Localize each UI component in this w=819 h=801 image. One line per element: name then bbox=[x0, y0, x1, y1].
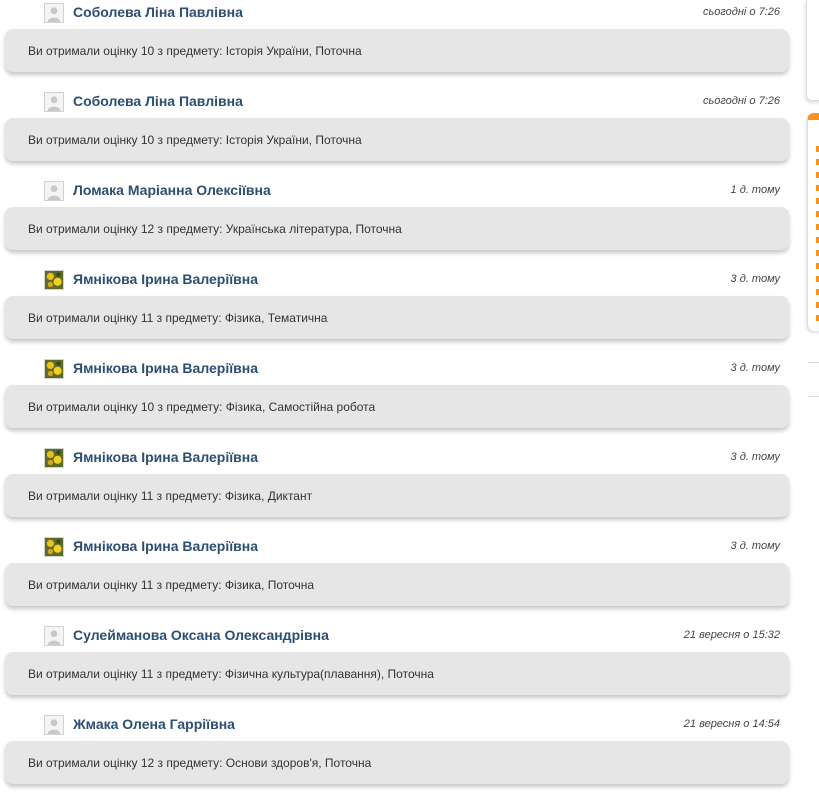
notification-item: Сулейманова Оксана Олександрівна 21 вере… bbox=[0, 623, 795, 712]
user-photo-icon bbox=[45, 449, 63, 467]
timestamp: сьогодні о 7:26 bbox=[702, 6, 780, 18]
message-text: Ви отримали оцінку 11 з предмету: Фізика… bbox=[28, 489, 313, 503]
message-text: Ви отримали оцінку 10 з предмету: Історі… bbox=[28, 133, 362, 147]
author-name[interactable]: Сулейманова Оксана Олександрівна bbox=[73, 627, 329, 643]
default-user-icon bbox=[45, 93, 63, 111]
notification-header: Соболева Ліна Павлівна сьогодні о 7:26 bbox=[44, 92, 780, 116]
message-text: Ви отримали оцінку 12 з предмету: Основи… bbox=[28, 756, 372, 770]
message-bubble: Ви отримали оцінку 11 з предмету: Фізика… bbox=[5, 563, 789, 606]
timestamp: 3 д. тому bbox=[730, 540, 780, 552]
timestamp: 21 вересня о 14:54 bbox=[683, 718, 780, 730]
timestamp: 3 д. тому bbox=[730, 362, 780, 374]
user-photo-icon bbox=[45, 538, 63, 556]
notification-item: Ямнікова Ірина Валеріївна 3 д. тому Ви о… bbox=[0, 267, 795, 356]
avatar[interactable] bbox=[44, 448, 64, 468]
author-name[interactable]: Соболева Ліна Павлівна bbox=[73, 93, 243, 109]
notification-header: Ямнікова Ірина Валеріївна 3 д. тому bbox=[44, 448, 780, 472]
avatar[interactable] bbox=[44, 181, 64, 201]
message-bubble: Ви отримали оцінку 10 з предмету: Фізика… bbox=[5, 385, 789, 428]
avatar[interactable] bbox=[44, 537, 64, 557]
default-user-icon bbox=[45, 182, 63, 200]
user-photo-icon bbox=[45, 271, 63, 289]
message-text: Ви отримали оцінку 12 з предмету: Україн… bbox=[28, 222, 402, 236]
author-name[interactable]: Соболева Ліна Павлівна bbox=[73, 4, 243, 20]
timestamp: 3 д. тому bbox=[730, 451, 780, 463]
notification-item: Ямнікова Ірина Валеріївна 3 д. тому Ви о… bbox=[0, 356, 795, 445]
notification-item: Соболева Ліна Павлівна сьогодні о 7:26 В… bbox=[0, 0, 795, 89]
author-name[interactable]: Жмака Олена Гарріївна bbox=[73, 716, 235, 732]
message-bubble: Ви отримали оцінку 12 з предмету: Україн… bbox=[5, 207, 789, 250]
timestamp: 21 вересня о 15:32 bbox=[683, 629, 780, 641]
timestamp: сьогодні о 7:26 bbox=[702, 95, 780, 107]
avatar[interactable] bbox=[44, 626, 64, 646]
notification-header: Сулейманова Оксана Олександрівна 21 вере… bbox=[44, 626, 780, 650]
timestamp: 1 д. тому bbox=[730, 184, 780, 196]
user-photo-icon bbox=[45, 360, 63, 378]
message-bubble: Ви отримали оцінку 11 з предмету: Фізичн… bbox=[5, 652, 789, 695]
message-bubble: Ви отримали оцінку 10 з предмету: Історі… bbox=[5, 29, 789, 72]
side-panel-orange[interactable] bbox=[807, 113, 819, 331]
message-text: Ви отримали оцінку 11 з предмету: Фізика… bbox=[28, 578, 315, 592]
message-bubble: Ви отримали оцінку 11 з предмету: Фізика… bbox=[5, 296, 789, 339]
avatar[interactable] bbox=[44, 359, 64, 379]
message-bubble: Ви отримали оцінку 11 з предмету: Фізика… bbox=[5, 474, 789, 517]
notification-header: Ямнікова Ірина Валеріївна 3 д. тому bbox=[44, 270, 780, 294]
notification-item: Ямнікова Ірина Валеріївна 3 д. тому Ви о… bbox=[0, 534, 795, 623]
default-user-icon bbox=[45, 627, 63, 645]
default-user-icon bbox=[45, 4, 63, 22]
notification-item: Ямнікова Ірина Валеріївна 3 д. тому Ви о… bbox=[0, 445, 795, 534]
notification-header: Ямнікова Ірина Валеріївна 3 д. тому bbox=[44, 537, 780, 561]
notification-header: Жмака Олена Гарріївна 21 вересня о 14:54 bbox=[44, 715, 780, 739]
avatar[interactable] bbox=[44, 92, 64, 112]
message-text: Ви отримали оцінку 10 з предмету: Фізика… bbox=[28, 400, 376, 414]
side-panel-top bbox=[806, 0, 819, 101]
notification-header: Ямнікова Ірина Валеріївна 3 д. тому bbox=[44, 359, 780, 383]
avatar[interactable] bbox=[44, 270, 64, 290]
notification-item: Соболева Ліна Павлівна сьогодні о 7:26 В… bbox=[0, 89, 795, 178]
notification-item: Ломака Маріанна Олексіївна 1 д. тому Ви … bbox=[0, 178, 795, 267]
avatar[interactable] bbox=[44, 3, 64, 23]
message-bubble: Ви отримали оцінку 12 з предмету: Основи… bbox=[5, 741, 789, 784]
author-name[interactable]: Ломака Маріанна Олексіївна bbox=[73, 182, 271, 198]
notification-header: Ломака Маріанна Олексіївна 1 д. тому bbox=[44, 181, 780, 205]
message-text: Ви отримали оцінку 10 з предмету: Історі… bbox=[28, 44, 362, 58]
message-text: Ви отримали оцінку 11 з предмету: Фізика… bbox=[28, 311, 328, 325]
message-text: Ви отримали оцінку 11 з предмету: Фізичн… bbox=[28, 667, 434, 681]
author-name[interactable]: Ямнікова Ірина Валеріївна bbox=[73, 538, 258, 554]
side-panel-divider bbox=[808, 362, 819, 397]
notification-item: Жмака Олена Гарріївна 21 вересня о 14:54… bbox=[0, 712, 795, 801]
author-name[interactable]: Ямнікова Ірина Валеріївна bbox=[73, 449, 258, 465]
notification-header: Соболева Ліна Павлівна сьогодні о 7:26 bbox=[44, 3, 780, 27]
avatar[interactable] bbox=[44, 715, 64, 735]
message-bubble: Ви отримали оцінку 10 з предмету: Історі… bbox=[5, 118, 789, 161]
author-name[interactable]: Ямнікова Ірина Валеріївна bbox=[73, 271, 258, 287]
default-user-icon bbox=[45, 716, 63, 734]
timestamp: 3 д. тому bbox=[730, 273, 780, 285]
author-name[interactable]: Ямнікова Ірина Валеріївна bbox=[73, 360, 258, 376]
